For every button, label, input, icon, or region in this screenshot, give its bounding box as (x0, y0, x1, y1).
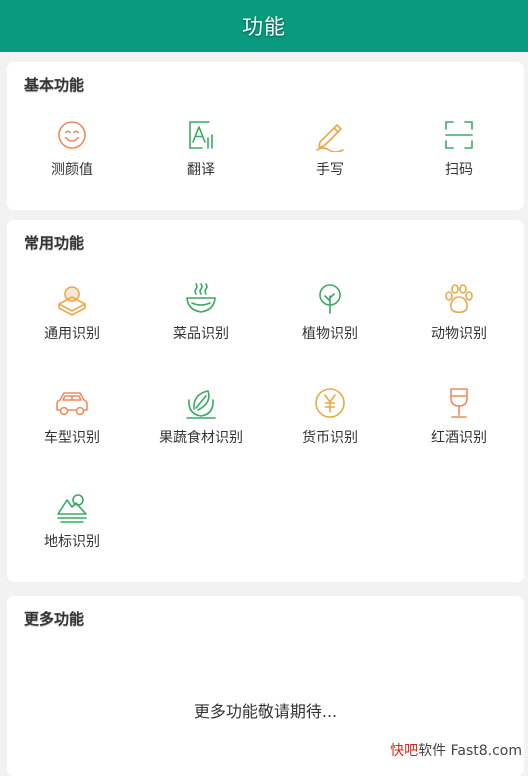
feature-label: 动物识别 (431, 326, 487, 342)
feature-label: 通用识别 (44, 326, 100, 342)
feature-general-recognition[interactable]: 通用识别 (7, 282, 137, 343)
paw-icon (445, 284, 473, 314)
feature-label: 植物识别 (302, 326, 358, 342)
steaming-bowl-icon (186, 283, 216, 313)
feature-landmark-recognition[interactable]: 地标识别 (7, 490, 137, 551)
feature-wine-recognition[interactable]: 红酒识别 (394, 386, 524, 447)
feature-car-recognition[interactable]: 车型识别 (7, 386, 137, 447)
leaf-bowl-icon (186, 390, 216, 419)
watermark-brand: 快吧 (390, 743, 419, 759)
feature-scan[interactable]: 扫码 (394, 118, 524, 179)
feature-currency-recognition[interactable]: 货币识别 (265, 386, 395, 447)
wine-glass-icon (450, 388, 468, 418)
site-watermark: 快吧软件 Fast8.com (390, 740, 522, 760)
tree-icon (319, 284, 341, 314)
feature-label: 扫码 (445, 162, 473, 178)
basic-functions-card: 基本功能 测颜值 翻译 手写 扫码 (7, 62, 524, 210)
page-title: 功能 (242, 15, 286, 39)
translate-icon (189, 121, 213, 149)
feature-label: 地标识别 (44, 534, 100, 550)
common-functions-card: 常用功能 通用识别 菜品识别 植物识别 动物识别 车型识别 果蔬食材识别 货币识… (7, 220, 524, 582)
feature-face-score[interactable]: 测颜值 (7, 118, 137, 179)
feature-label: 果蔬食材识别 (159, 430, 243, 446)
car-icon (56, 392, 88, 416)
feature-label: 红酒识别 (431, 430, 487, 446)
feature-dish-recognition[interactable]: 菜品识别 (136, 282, 266, 343)
common-functions-title: 常用功能 (24, 234, 85, 252)
feature-translate[interactable]: 翻译 (136, 118, 266, 179)
feature-label: 翻译 (187, 162, 215, 178)
feature-label: 手写 (316, 162, 344, 178)
scan-frame-icon (445, 121, 473, 149)
pen-icon (316, 124, 344, 152)
feature-label: 货币识别 (302, 430, 358, 446)
feature-label: 菜品识别 (173, 326, 229, 342)
app-header: 功能 (0, 0, 528, 52)
box-ball-icon (58, 286, 86, 316)
feature-plant-recognition[interactable]: 植物识别 (265, 282, 395, 343)
coming-soon-message: 更多功能敬请期待... (193, 702, 338, 721)
watermark-text: 软件 Fast8.com (418, 743, 522, 759)
feature-animal-recognition[interactable]: 动物识别 (394, 282, 524, 343)
feature-produce-recognition[interactable]: 果蔬食材识别 (136, 386, 266, 447)
basic-functions-title: 基本功能 (24, 76, 85, 94)
feature-label: 车型识别 (44, 430, 100, 446)
yen-coin-icon (315, 388, 345, 418)
landmark-icon (57, 494, 87, 523)
more-functions-title: 更多功能 (24, 610, 85, 628)
smiley-face-icon (58, 121, 86, 149)
feature-handwriting[interactable]: 手写 (265, 118, 395, 179)
feature-label: 测颜值 (51, 162, 93, 178)
